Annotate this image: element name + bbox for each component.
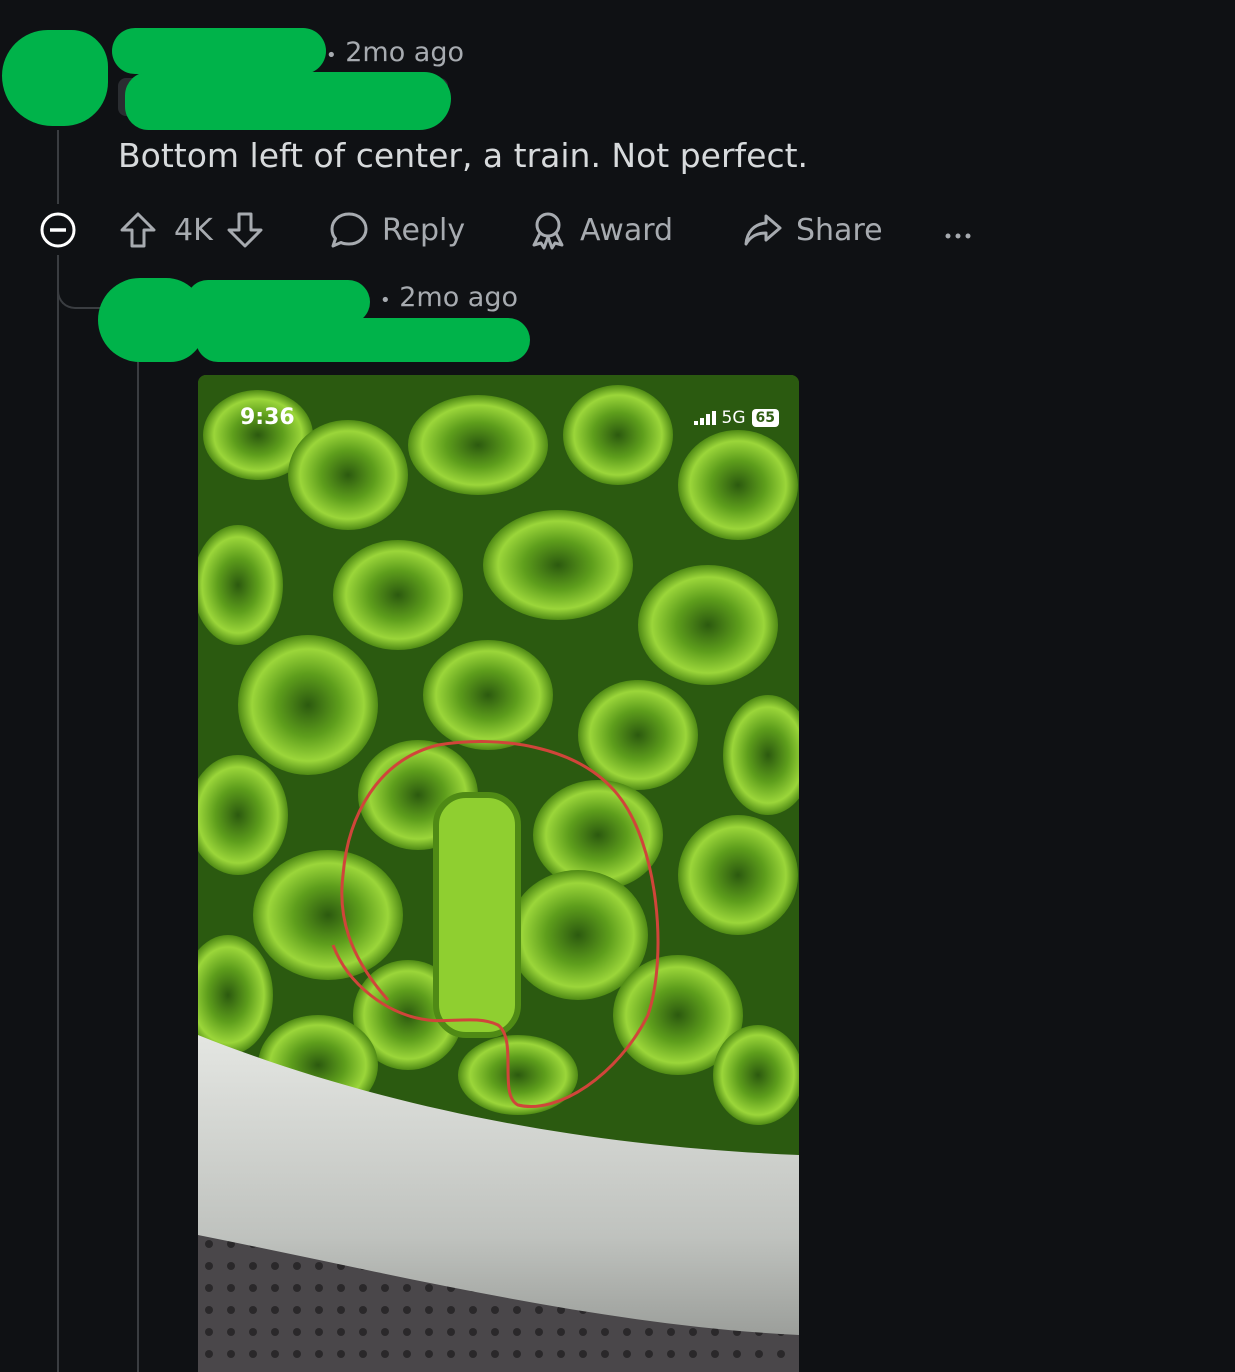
comment-body: Bottom left of center, a train. Not perf… — [118, 136, 809, 175]
award-icon — [532, 212, 564, 250]
more-options-button[interactable] — [944, 226, 972, 245]
status-indicators: 5G 65 — [693, 408, 779, 428]
signal-icon — [693, 411, 716, 425]
downvote-button[interactable] — [225, 210, 265, 250]
flair-redacted — [125, 72, 451, 130]
downvote-icon — [227, 212, 263, 248]
vote-count: 4K — [174, 212, 213, 248]
collapse-icon — [40, 212, 76, 248]
scallions-photo — [198, 375, 799, 1372]
comment-icon — [330, 212, 368, 248]
reply-button[interactable]: Reply — [328, 210, 465, 250]
timestamp-text: 2mo ago — [345, 37, 465, 68]
upvote-icon — [120, 212, 156, 248]
award-button[interactable]: Award — [528, 210, 673, 250]
meta-separator: • — [380, 290, 391, 311]
collapse-button[interactable] — [40, 212, 76, 252]
share-button[interactable]: Share — [742, 210, 883, 250]
thread-branch-curve — [57, 255, 107, 309]
more-icon — [945, 233, 971, 239]
network-label: 5G — [721, 408, 746, 428]
share-icon — [744, 214, 782, 246]
comment-timestamp: • 2mo ago — [326, 37, 464, 68]
battery-level: 65 — [751, 409, 779, 427]
avatar-redacted[interactable] — [2, 30, 108, 126]
share-label: Share — [796, 212, 883, 248]
upvote-button[interactable] — [118, 210, 158, 250]
reply-timestamp: • 2mo ago — [380, 282, 518, 313]
vote-group: 4K — [118, 210, 265, 250]
thread-line-reply[interactable] — [137, 360, 139, 1372]
reply-label: Reply — [382, 212, 466, 248]
status-time: 9:36 — [240, 405, 295, 430]
reply-image[interactable]: 9:36 5G 65 — [198, 375, 799, 1372]
meta-separator: • — [326, 45, 337, 66]
timestamp-text: 2mo ago — [399, 282, 519, 313]
reply-flair-redacted — [196, 318, 530, 362]
username-redacted[interactable] — [112, 28, 326, 74]
thread-line-parent[interactable] — [57, 130, 59, 204]
thread-line-parent-lower[interactable] — [57, 255, 59, 1372]
award-label: Award — [580, 212, 674, 248]
